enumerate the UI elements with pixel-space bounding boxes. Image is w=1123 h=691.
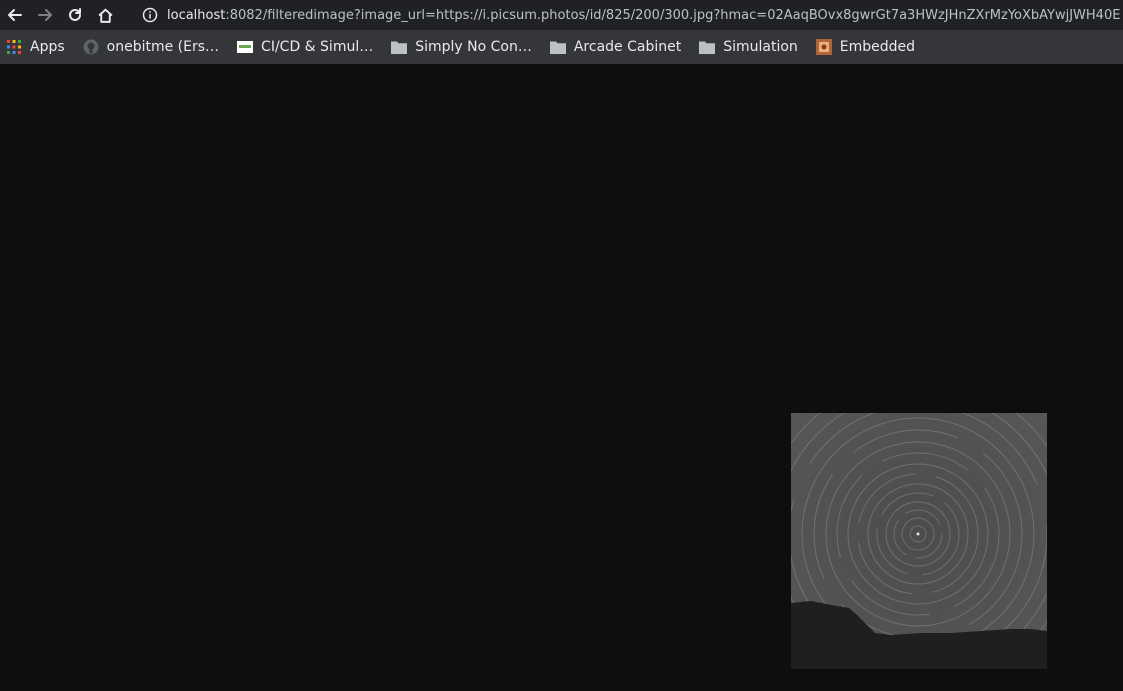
bookmark-apps[interactable]: Apps [0,30,65,64]
site-favicon-icon [237,39,254,55]
folder-icon [391,39,408,55]
bookmark-folder-simulation[interactable]: Simulation [693,30,798,64]
bookmark-label: Simply No Con… [415,39,532,55]
home-icon [97,8,113,23]
url-host: localhost [167,7,226,23]
address-bar[interactable]: localhost:8082/filteredimage?image_url=h… [133,1,1123,29]
home-button[interactable] [90,0,120,30]
browser-toolbar: localhost:8082/filteredimage?image_url=h… [0,0,1123,30]
embedded-favicon-icon [815,39,832,55]
site-info-icon[interactable] [133,7,167,23]
url-text[interactable]: localhost:8082/filteredimage?image_url=h… [167,8,1120,23]
apps-grid-icon [6,39,22,55]
arrow-right-icon [38,9,52,21]
bookmark-label: Embedded [839,39,916,55]
bookmark-label: Arcade Cabinet [573,39,682,55]
forward-button[interactable] [30,0,60,30]
url-path: :8082/filteredimage?image_url=https://i.… [225,7,1121,23]
reload-icon [69,8,81,21]
back-button[interactable] [0,0,30,30]
folder-icon [549,39,566,55]
bookmark-folder-arcade[interactable]: Arcade Cabinet [544,30,681,64]
github-icon [83,39,99,55]
reload-button[interactable] [60,0,90,30]
bookmark-folder-simply[interactable]: Simply No Con… [385,30,532,64]
bookmark-label: Simulation [723,39,798,55]
filtered-image [791,413,1047,669]
bookmark-onebitme[interactable]: onebitme (Ers… [77,30,219,64]
arrow-left-icon [8,9,22,21]
page-viewport [0,64,1123,691]
bookmark-label: Apps [30,39,65,55]
bookmarks-bar: Apps onebitme (Ers… CI/CD & Simul… Simpl… [0,30,1123,64]
bookmark-embedded[interactable]: Embedded [810,30,915,64]
folder-icon [699,39,716,55]
bookmark-label: onebitme (Ers… [106,39,220,55]
bookmark-label: CI/CD & Simul… [261,39,374,55]
bookmark-cicd[interactable]: CI/CD & Simul… [231,30,373,64]
